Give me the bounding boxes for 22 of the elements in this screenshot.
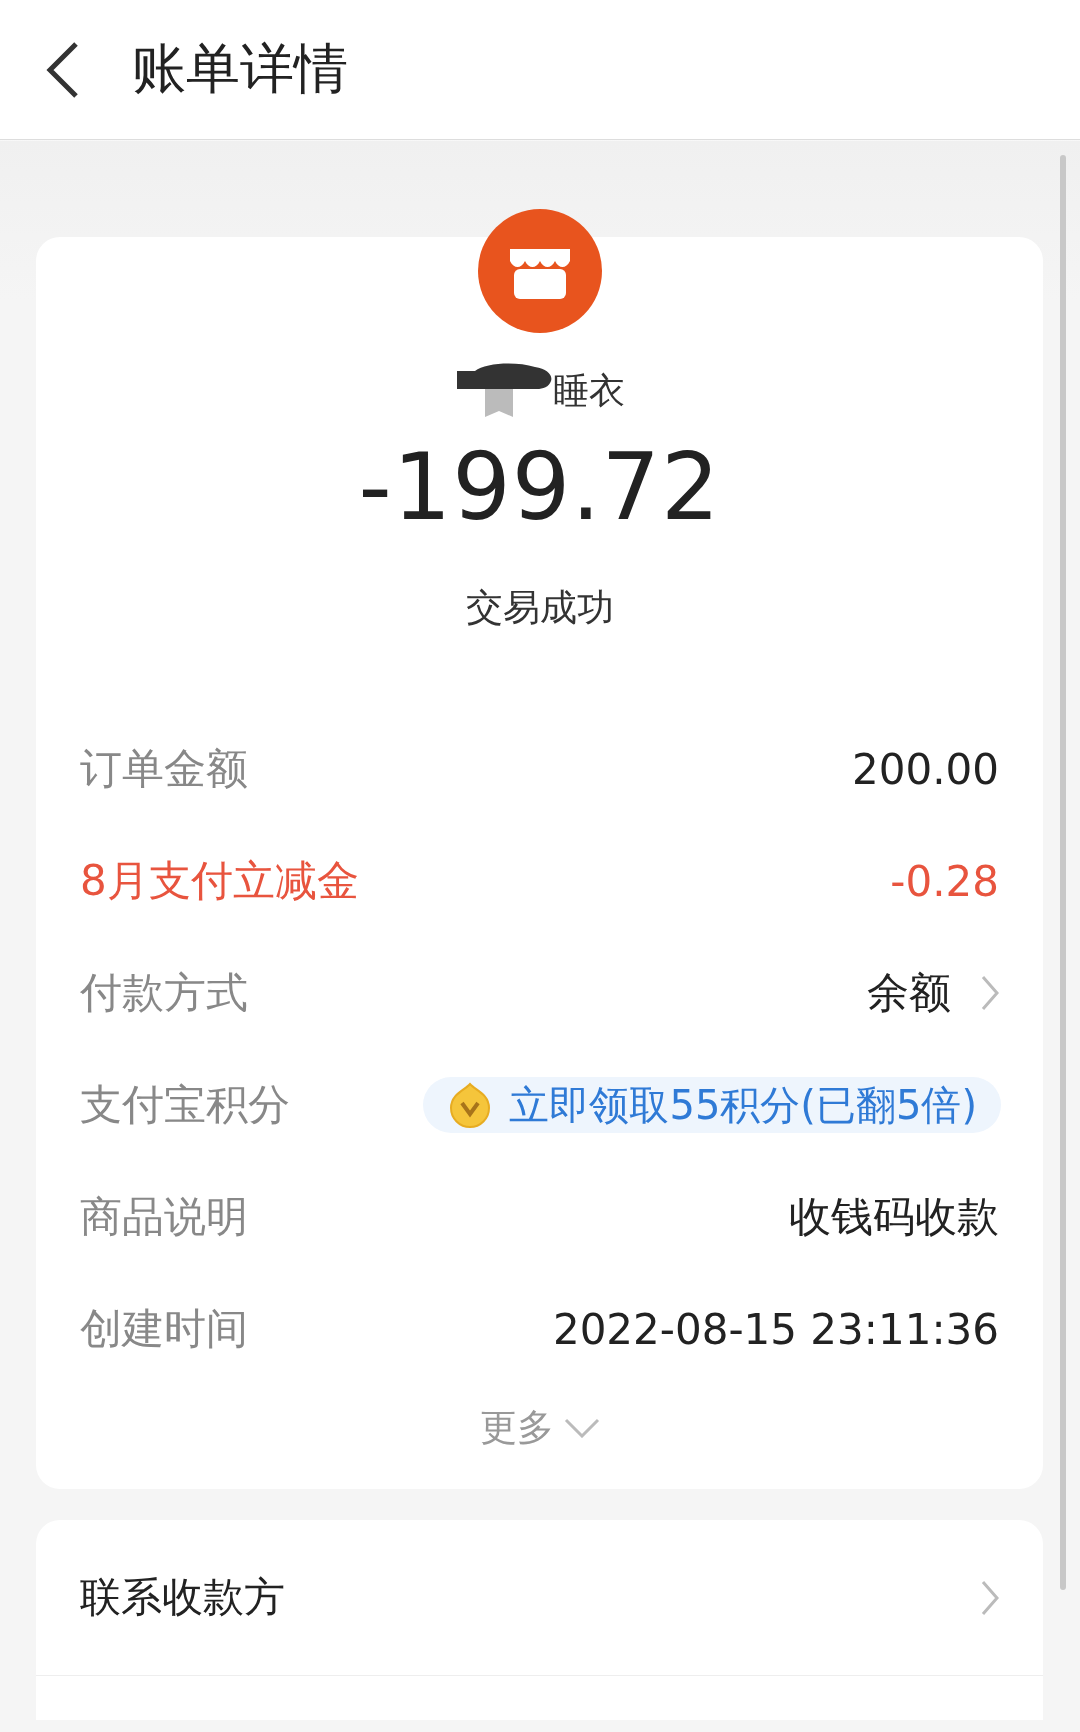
payment-method-link[interactable]: 余额 bbox=[867, 965, 951, 1021]
points-claim-button[interactable]: 立即领取55积分(已翻5倍) bbox=[423, 1077, 1001, 1133]
detail-label: 订单金额 bbox=[80, 743, 248, 795]
detail-label: 商品说明 bbox=[80, 1191, 248, 1243]
detail-label: 支付宝积分 bbox=[80, 1079, 290, 1131]
merchant-name: 睡衣 bbox=[552, 368, 625, 413]
transaction-status: 交易成功 bbox=[465, 585, 614, 631]
chevron-down-icon bbox=[563, 1418, 600, 1438]
scrollbar[interactable] bbox=[1060, 155, 1066, 1590]
detail-label: 8月支付立减金 bbox=[80, 855, 359, 907]
contact-payee-item[interactable]: 联系收款方 bbox=[36, 1520, 1043, 1676]
chevron-right-icon bbox=[981, 1579, 999, 1616]
detail-label: 付款方式 bbox=[80, 967, 248, 1019]
detail-label: 创建时间 bbox=[80, 1303, 248, 1355]
amount: -199.72 bbox=[358, 433, 721, 543]
page-title: 账单详情 bbox=[132, 36, 348, 102]
detail-value: 收钱码收款 bbox=[789, 1191, 999, 1243]
detail-value: -0.28 bbox=[890, 856, 999, 906]
detail-value: 200.00 bbox=[852, 744, 999, 794]
detail-value: 2022-08-15 23:11:36 bbox=[552, 1304, 999, 1354]
coin-icon bbox=[449, 1082, 492, 1128]
chevron-right-icon bbox=[981, 975, 999, 1011]
